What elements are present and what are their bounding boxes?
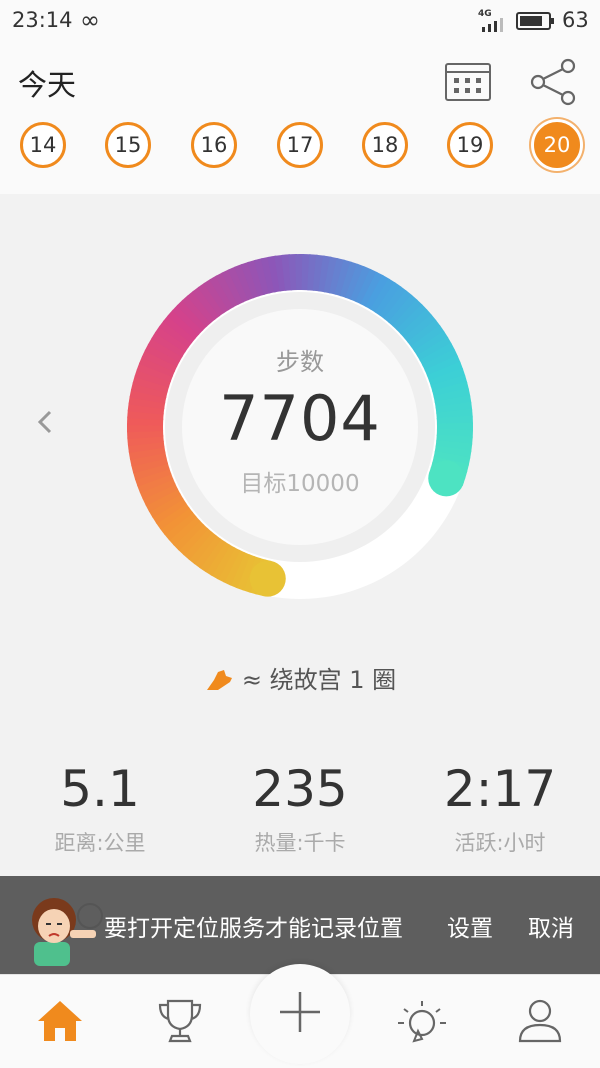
- walk-hint: ≈ 绕故宫 1 圈: [0, 660, 600, 695]
- chevron-left-icon[interactable]: [30, 402, 60, 442]
- stat-distance-label: 距离:公里: [0, 827, 200, 857]
- profile-icon[interactable]: [514, 995, 566, 1047]
- add-button[interactable]: [250, 964, 350, 1064]
- signal-icon: [480, 18, 508, 32]
- stat-distance: 5.1 距离:公里: [0, 759, 200, 857]
- loop-icon: ∞: [80, 6, 100, 34]
- day-19[interactable]: 19: [447, 122, 493, 168]
- steps-goal: 目标10000: [170, 464, 430, 498]
- stats-row: 5.1 距离:公里 235 热量:千卡 2:17 活跃:小时: [0, 759, 600, 869]
- steps-label: 步数: [200, 342, 400, 377]
- progress-arc-cap: [428, 460, 464, 496]
- toast-message: 要打开定位服务才能记录位置: [104, 909, 403, 943]
- stat-active-value: 2:17: [400, 759, 600, 819]
- location-toast: 要打开定位服务才能记录位置 设置 取消: [0, 876, 600, 974]
- day-15[interactable]: 15: [105, 122, 151, 168]
- settings-button[interactable]: 设置: [447, 909, 493, 943]
- calendar-icon[interactable]: [444, 60, 492, 102]
- status-bar: 23:14 ∞ 4G 63: [0, 0, 600, 44]
- main-panel: 步数 7704 目标10000 ≈ 绕故宫 1 圈 5.1 距离:公里 235 …: [0, 194, 600, 876]
- battery-level: 63: [562, 8, 589, 32]
- share-icon[interactable]: [528, 58, 578, 106]
- stat-active: 2:17 活跃:小时: [400, 759, 600, 857]
- steps-value: 7704: [170, 382, 430, 455]
- walk-hint-text: ≈ 绕故宫 1 圈: [242, 666, 396, 694]
- add-icon: [278, 990, 322, 1034]
- stat-active-label: 活跃:小时: [400, 827, 600, 857]
- cancel-button[interactable]: 取消: [528, 909, 574, 943]
- progress-arc-cap: [250, 561, 286, 597]
- shoe-icon: [204, 668, 234, 694]
- day-14[interactable]: 14: [20, 122, 66, 168]
- page-title: 今天: [18, 62, 76, 104]
- day-16[interactable]: 16: [191, 122, 237, 168]
- stat-calories-label: 热量:千卡: [200, 827, 400, 857]
- day-20[interactable]: 20: [534, 122, 580, 168]
- stat-calories: 235 热量:千卡: [200, 759, 400, 857]
- stat-calories-value: 235: [200, 759, 400, 819]
- stat-distance-value: 5.1: [0, 759, 200, 819]
- status-time: 23:14: [12, 8, 73, 32]
- trophy-icon[interactable]: [154, 995, 206, 1047]
- home-icon[interactable]: [34, 995, 86, 1047]
- day-18[interactable]: 18: [362, 122, 408, 168]
- girl-avatar-icon: [24, 886, 104, 966]
- header: 今天 14 15 16 17 18 19 20: [0, 44, 600, 194]
- day-17[interactable]: 17: [277, 122, 323, 168]
- lightbulb-icon[interactable]: [394, 995, 446, 1047]
- battery-icon: [516, 11, 556, 31]
- day-selector: 14 15 16 17 18 19 20: [0, 122, 600, 178]
